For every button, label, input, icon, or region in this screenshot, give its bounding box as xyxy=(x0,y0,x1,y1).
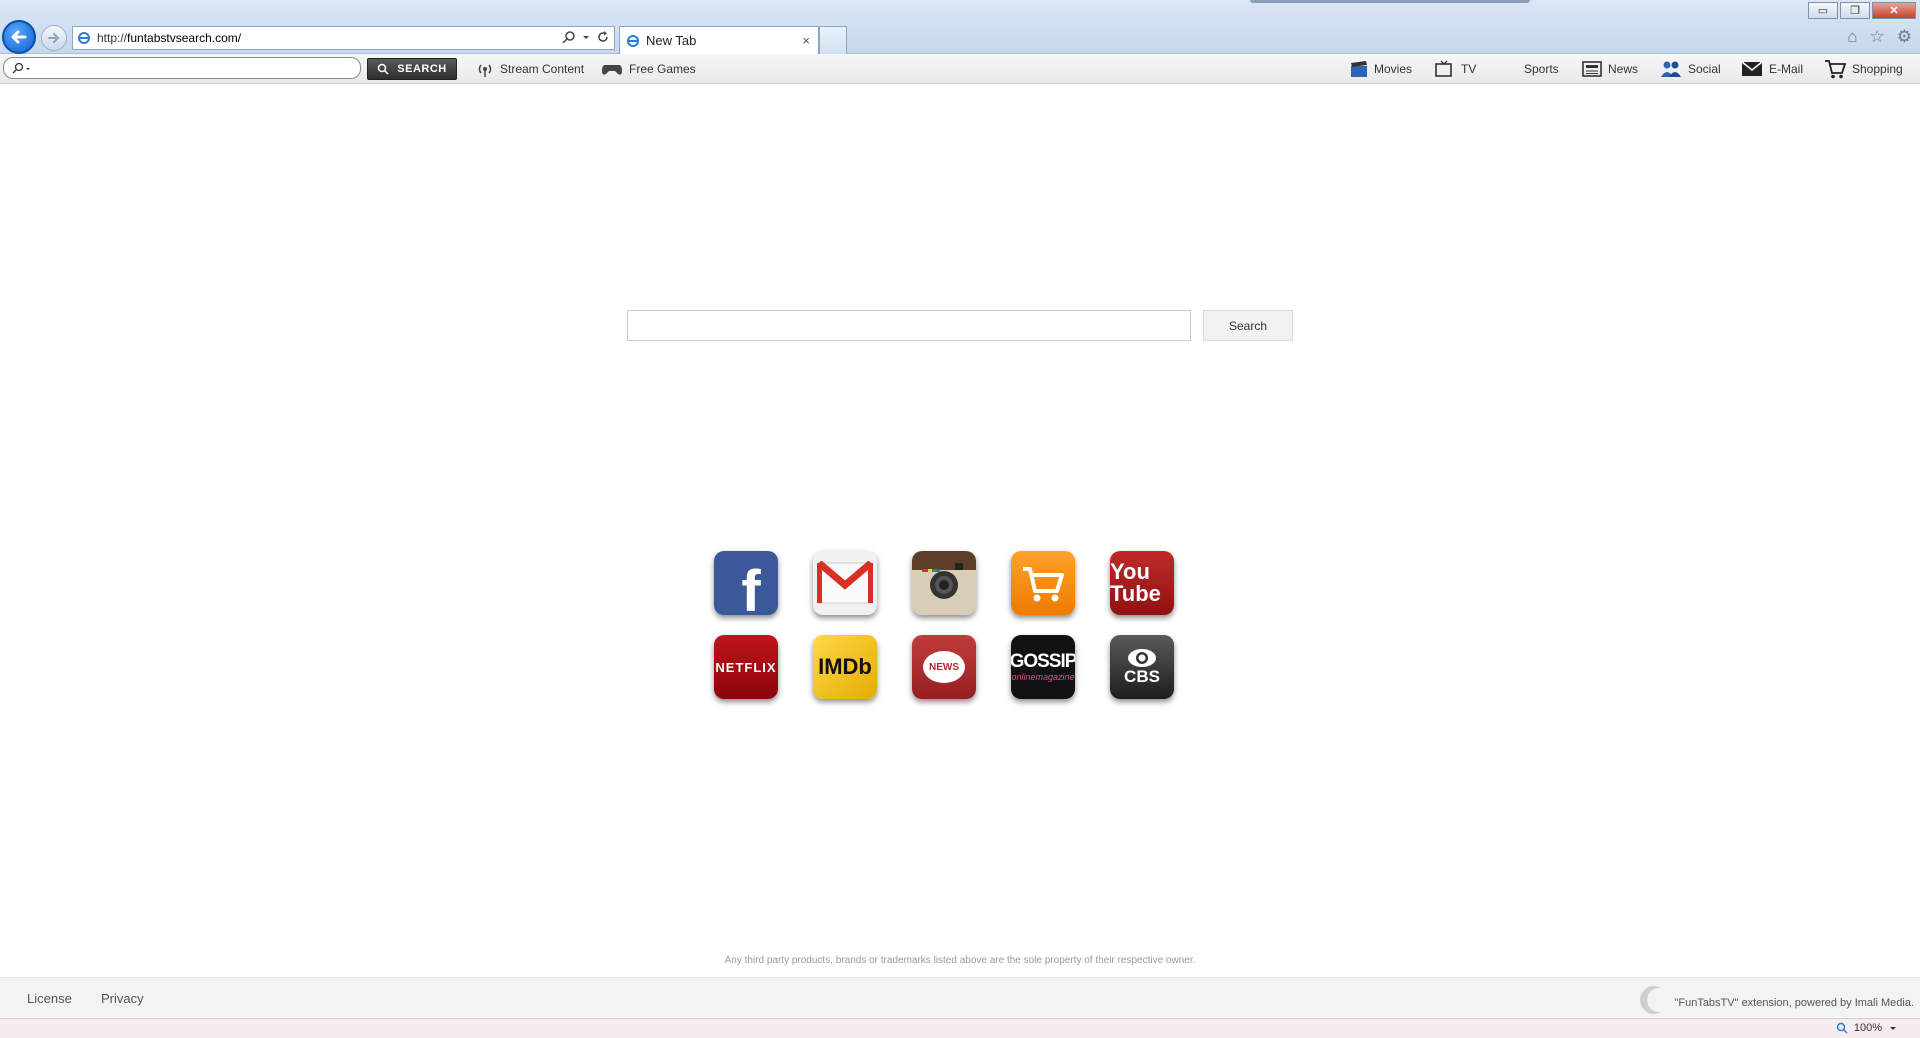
nav-sports[interactable]: Sports xyxy=(1524,59,1559,79)
arrow-right-icon xyxy=(48,33,60,43)
free-games-label: Free Games xyxy=(629,62,696,76)
newspaper-icon xyxy=(1582,61,1602,77)
nav-shopping[interactable]: Shopping xyxy=(1824,59,1903,79)
privacy-link[interactable]: Privacy xyxy=(101,991,144,1006)
zoom-level: 100% xyxy=(1853,1022,1882,1034)
envelope-icon xyxy=(1741,61,1763,76)
gmail-logo-icon xyxy=(817,561,873,604)
facebook-tile[interactable]: f xyxy=(714,551,778,615)
gossip-subtext: onlinemagazine xyxy=(1011,672,1075,682)
ie-tab-icon xyxy=(627,34,639,47)
nav-shopping-label: Shopping xyxy=(1852,62,1903,76)
minimize-button[interactable]: ▭ xyxy=(1808,2,1838,19)
facebook-logo-icon: f xyxy=(741,558,761,616)
tab-title: New Tab xyxy=(646,33,697,48)
instagram-tile[interactable] xyxy=(912,551,976,615)
search-icon xyxy=(12,62,24,74)
people-icon xyxy=(1661,61,1681,77)
gamepad-icon xyxy=(602,65,622,75)
shopping-tile[interactable] xyxy=(1011,551,1075,615)
chevron-down-icon xyxy=(26,68,30,70)
gossip-logo-icon: GOSSIP xyxy=(1011,651,1075,672)
extension-credit: "FunTabsTV" extension, powered by Imali … xyxy=(1640,986,1914,1014)
nav-news[interactable]: News xyxy=(1582,59,1638,79)
refresh-icon[interactable] xyxy=(596,30,610,44)
gear-icon[interactable]: ⚙ xyxy=(1897,28,1912,46)
titlebar-shade xyxy=(1250,0,1530,3)
imdb-tile[interactable]: IMDb xyxy=(813,635,877,699)
nav-tv[interactable]: TV xyxy=(1435,59,1476,79)
main-search-button[interactable]: Search xyxy=(1203,310,1293,341)
status-bar: 100% xyxy=(0,1018,1920,1038)
shortcut-tiles: f You Tube NETFLIX IMDb NEWS GOSSIP onli… xyxy=(714,551,1184,707)
broadcast-icon xyxy=(478,64,492,77)
zoom-control[interactable]: 100% xyxy=(1836,1022,1898,1034)
cbs-eye-icon xyxy=(1128,649,1156,667)
imdb-logo-icon: IMDb xyxy=(818,654,872,679)
search-icon[interactable] xyxy=(562,30,576,44)
tv-icon xyxy=(1435,60,1452,77)
gossip-tile[interactable]: GOSSIP onlinemagazine xyxy=(1011,635,1075,699)
news-bubble-icon: NEWS xyxy=(923,651,965,683)
nav-email-label: E-Mail xyxy=(1769,62,1804,76)
toolbar-search-label: SEARCH xyxy=(397,63,447,75)
window-controls: ▭ ❐ ✕ xyxy=(1808,2,1916,19)
chevron-down-icon xyxy=(1890,1027,1896,1030)
browser-chrome: http://funtabstvsearch.com/ New Tab × ▭ … xyxy=(0,0,1920,54)
shopping-cart-icon xyxy=(1023,567,1064,602)
youtube-logo-icon: You Tube xyxy=(1110,559,1161,606)
news-tile[interactable]: NEWS xyxy=(912,635,976,699)
free-games-link[interactable]: Free Games xyxy=(601,59,696,79)
netflix-tile[interactable]: NETFLIX xyxy=(714,635,778,699)
toolbar-search-button[interactable]: SEARCH xyxy=(367,58,457,80)
youtube-tile[interactable]: You Tube xyxy=(1110,551,1174,615)
main-search-input[interactable] xyxy=(627,310,1191,341)
browser-right-icons: ⌂ ☆ ⚙ xyxy=(1847,28,1912,46)
stream-content-label: Stream Content xyxy=(500,62,585,76)
tab-close-icon[interactable]: × xyxy=(802,33,810,48)
nav-sports-label: Sports xyxy=(1524,62,1559,76)
license-link[interactable]: License xyxy=(27,991,72,1006)
zoom-icon xyxy=(1836,1022,1848,1034)
address-bar[interactable]: http://funtabstvsearch.com/ xyxy=(72,26,615,50)
instagram-logo-icon xyxy=(922,563,963,599)
restore-button[interactable]: ❐ xyxy=(1840,2,1870,19)
nav-movies[interactable]: Movies xyxy=(1350,59,1412,79)
clapperboard-icon xyxy=(1351,61,1367,77)
toolbar-search-input[interactable] xyxy=(3,57,361,79)
url-text: http://funtabstvsearch.com/ xyxy=(97,31,242,45)
nav-news-label: News xyxy=(1608,62,1639,76)
cbs-logo-text: CBS xyxy=(1124,667,1160,686)
stream-content-link[interactable]: Stream Content xyxy=(476,59,584,79)
back-button[interactable] xyxy=(2,20,36,54)
gmail-tile[interactable] xyxy=(813,551,877,615)
new-tab-button[interactable] xyxy=(819,26,847,54)
nav-tv-label: TV xyxy=(1461,62,1477,76)
nav-email[interactable]: E-Mail xyxy=(1741,59,1803,79)
dropdown-arrow-icon[interactable] xyxy=(582,30,590,44)
nav-social[interactable]: Social xyxy=(1660,59,1721,79)
star-icon[interactable]: ☆ xyxy=(1870,28,1885,46)
tab-new-tab[interactable]: New Tab × xyxy=(619,26,819,54)
page-footer: License Privacy "FunTabsTV" extension, p… xyxy=(0,977,1920,1017)
trademark-disclaimer: Any third party products, brands or trad… xyxy=(724,955,1196,966)
news-logo-text: NEWS xyxy=(929,661,959,673)
home-icon[interactable]: ⌂ xyxy=(1847,28,1857,46)
arrow-left-icon xyxy=(11,30,27,44)
nav-movies-label: Movies xyxy=(1374,62,1413,76)
netflix-logo-icon: NETFLIX xyxy=(715,659,777,675)
funtabs-logo-icon xyxy=(1640,986,1672,1014)
cbs-tile[interactable]: CBS xyxy=(1110,635,1174,699)
forward-button[interactable] xyxy=(41,25,67,51)
close-window-button[interactable]: ✕ xyxy=(1872,2,1916,19)
ie-page-icon xyxy=(78,32,90,44)
nav-social-label: Social xyxy=(1688,62,1721,76)
credit-text: "FunTabsTV" extension, powered by Imali … xyxy=(1674,997,1914,1009)
funtabs-toolbar: SEARCH Stream Content Free Games Movies … xyxy=(0,54,1920,84)
search-icon xyxy=(378,63,389,75)
cart-icon xyxy=(1825,60,1846,79)
